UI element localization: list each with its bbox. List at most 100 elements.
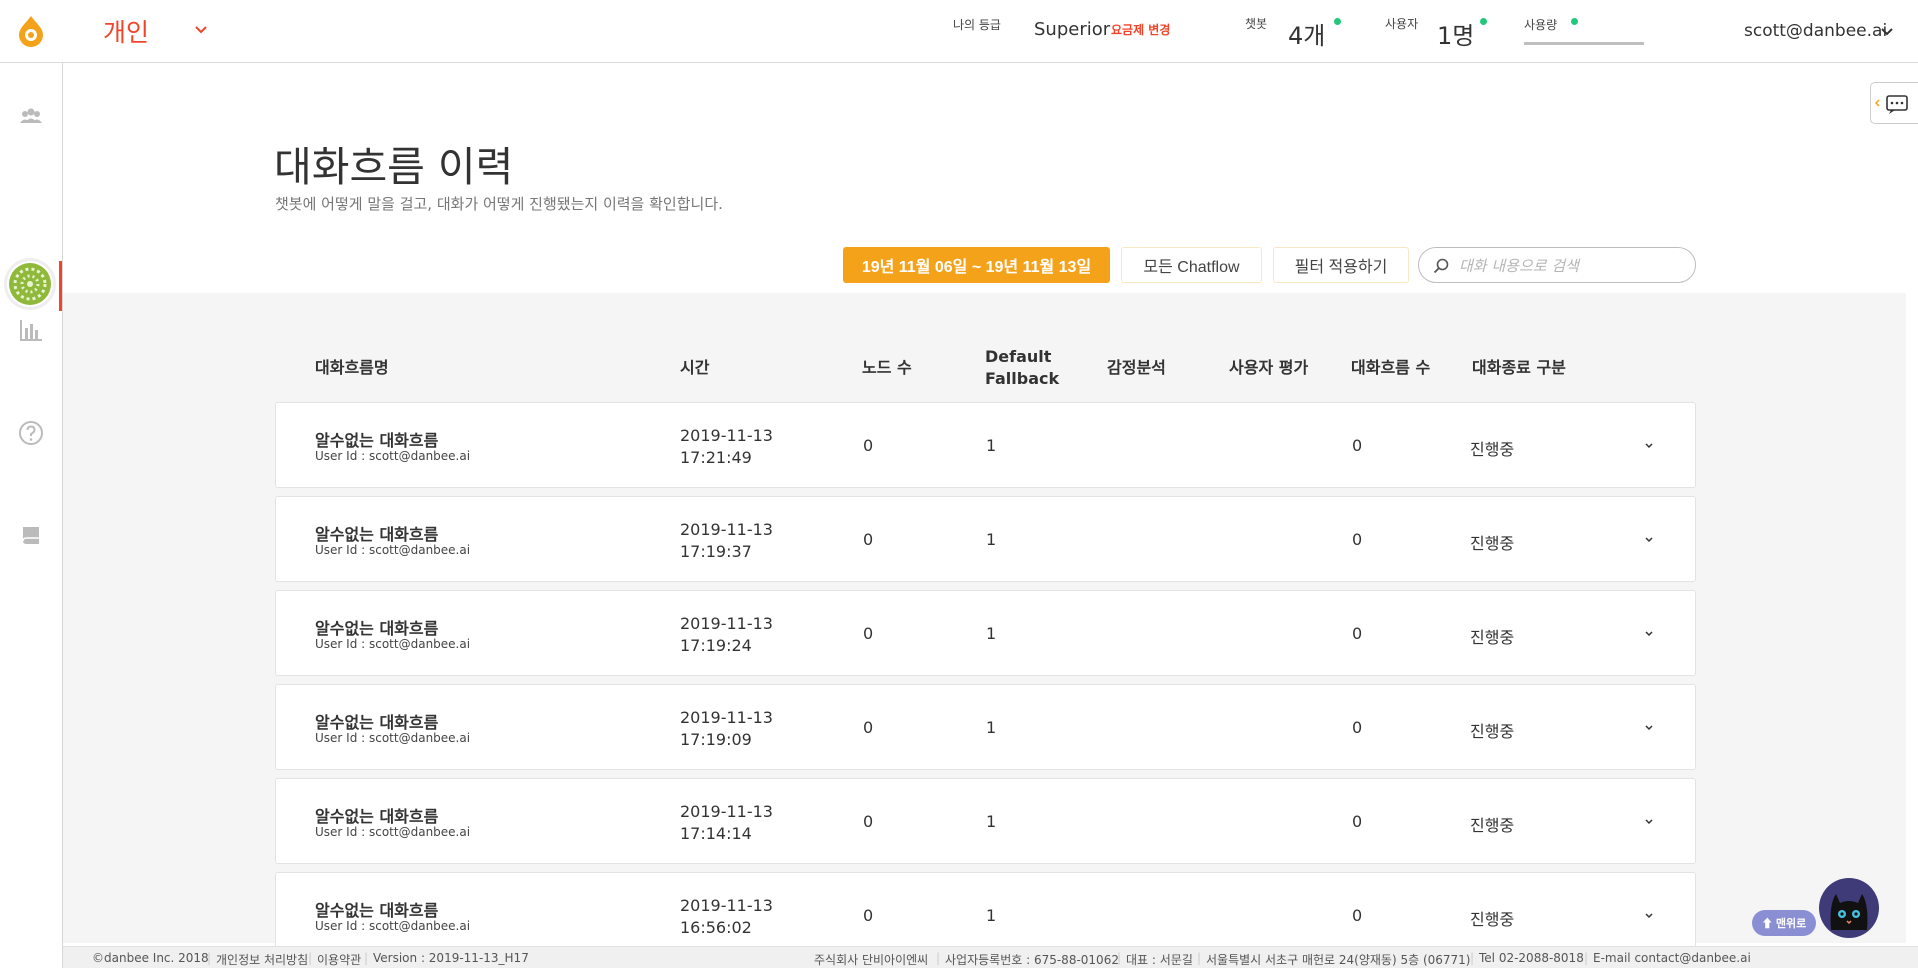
chatflow-filter-button[interactable]: 모든 Chatflow xyxy=(1121,247,1262,283)
top-header: 개인 나의 등급 Superior 요금제 변경 챗봇 4개 사용자 1명 사용… xyxy=(0,0,1918,63)
col-header-fallback-line2: Fallback xyxy=(985,369,1060,388)
chatbot-launcher[interactable] xyxy=(1819,878,1879,938)
table-row[interactable]: 알수없는 대화흐름 User Id : scott@danbee.ai 2019… xyxy=(275,402,1696,488)
footer-divider: | xyxy=(308,951,313,965)
col-header-flows: 대화흐름 수 xyxy=(1351,358,1431,377)
logo-icon[interactable] xyxy=(16,14,46,48)
footer-terms-link[interactable]: 이용약관 xyxy=(317,951,361,968)
flow-count: 0 xyxy=(1352,530,1363,549)
footer-divider: | xyxy=(364,951,369,965)
chevron-down-icon[interactable] xyxy=(1643,910,1655,922)
chatbot-avatar[interactable] xyxy=(7,261,53,307)
main-content: 대화흐름 이력 챗봇에 어떻게 말을 걸고, 대화가 어떻게 진행됐는지 이력을… xyxy=(63,63,1906,958)
node-count: 0 xyxy=(863,718,874,737)
chart-icon[interactable] xyxy=(17,316,45,344)
footer-biz-no: 사업자등록번호 : 675-88-01062 xyxy=(945,953,1119,967)
fallback-count: 1 xyxy=(986,436,997,455)
chatbot-status-dot xyxy=(1334,18,1341,25)
flow-count: 0 xyxy=(1352,906,1363,925)
table-row[interactable]: 알수없는 대화흐름 User Id : scott@danbee.ai 2019… xyxy=(275,496,1696,582)
footer-divider: | xyxy=(1470,951,1475,965)
footer-copyright: ©danbee Inc. 2018 xyxy=(92,951,209,965)
chat-icon xyxy=(1874,95,1908,114)
footer-divider: | xyxy=(1584,951,1589,965)
page-header: 대화흐름 이력 챗봇에 어떻게 말을 걸고, 대화가 어떻게 진행됐는지 이력을… xyxy=(63,63,1906,293)
grade-value: Superior xyxy=(1034,19,1111,40)
usage-bar xyxy=(1524,42,1644,45)
search-box[interactable] xyxy=(1418,247,1696,283)
workspace-name[interactable]: 개인 xyxy=(103,13,149,49)
timestamp: 2019-11-13 17:19:37 xyxy=(680,519,773,563)
users-icon[interactable] xyxy=(17,103,45,131)
flow-name: 알수없는 대화흐름 xyxy=(315,901,439,920)
footer-version: Version : 2019-11-13_H17 xyxy=(373,951,529,965)
help-icon[interactable] xyxy=(17,419,45,447)
book-icon[interactable] xyxy=(17,522,45,550)
left-sidebar xyxy=(0,63,63,968)
timestamp-time: 17:19:24 xyxy=(680,636,752,655)
footer-privacy-link[interactable]: 개인정보 처리방침 xyxy=(216,951,308,968)
flow-name: 알수없는 대화흐름 xyxy=(315,431,439,450)
chatbot-count-label: 챗봇 xyxy=(1245,17,1268,31)
col-header-time: 시간 xyxy=(680,358,710,377)
flow-count: 0 xyxy=(1352,624,1363,643)
chevron-down-icon[interactable] xyxy=(1643,628,1655,640)
chevron-down-icon[interactable] xyxy=(1643,816,1655,828)
footer-divider: | xyxy=(1197,951,1202,965)
timestamp: 2019-11-13 17:14:14 xyxy=(680,801,773,845)
user-id: User Id : scott@danbee.ai xyxy=(315,919,471,933)
col-header-sentiment: 감정분석 xyxy=(1107,358,1166,377)
user-id: User Id : scott@danbee.ai xyxy=(315,543,471,557)
chevron-down-icon[interactable] xyxy=(1643,722,1655,734)
apply-filter-button[interactable]: 필터 적용하기 xyxy=(1273,247,1409,283)
fallback-count: 1 xyxy=(986,718,997,737)
chevron-down-icon[interactable] xyxy=(1880,25,1894,39)
flow-name: 알수없는 대화흐름 xyxy=(315,525,439,544)
col-header-fallback: Default Fallback xyxy=(985,346,1059,390)
footer-divider: | xyxy=(1117,951,1122,965)
date-range-button[interactable]: 19년 11월 06일 ~ 19년 11월 13일 xyxy=(843,247,1110,283)
timestamp-date: 2019-11-13 xyxy=(680,708,773,727)
chevron-down-icon[interactable] xyxy=(1643,440,1655,452)
fallback-count: 1 xyxy=(986,624,997,643)
footer-ceo: 대표 : 서문길 xyxy=(1126,953,1193,967)
footer: ©danbee Inc. 2018 | 개인정보 처리방침 | 이용약관 | V… xyxy=(63,946,1918,968)
end-status: 진행중 xyxy=(1470,534,1515,553)
footer-email[interactable]: E-mail contact@danbee.ai xyxy=(1593,951,1751,965)
end-status: 진행중 xyxy=(1470,816,1515,835)
search-input[interactable] xyxy=(1459,255,1679,277)
search-icon xyxy=(1433,258,1449,274)
node-count: 0 xyxy=(863,812,874,831)
col-header-fallback-line1: Default xyxy=(985,347,1052,366)
timestamp: 2019-11-13 17:19:24 xyxy=(680,613,773,657)
chevron-down-icon[interactable] xyxy=(1643,534,1655,546)
footer-divider: | xyxy=(936,951,941,965)
chat-panel-toggle[interactable] xyxy=(1870,82,1918,124)
node-count: 0 xyxy=(863,624,874,643)
user-menu[interactable]: scott@danbee.ai xyxy=(1744,21,1887,41)
table-row[interactable]: 알수없는 대화흐름 User Id : scott@danbee.ai 2019… xyxy=(275,590,1696,676)
flow-name: 알수없는 대화흐름 xyxy=(315,713,439,732)
timestamp-time: 17:21:49 xyxy=(680,448,752,467)
footer-company: 주식회사 단비아이엔씨 xyxy=(814,953,929,967)
col-header-rating: 사용자 평가 xyxy=(1229,358,1309,377)
user-id: User Id : scott@danbee.ai xyxy=(315,825,471,839)
flow-name: 알수없는 대화흐름 xyxy=(315,807,439,826)
timestamp: 2019-11-13 17:19:09 xyxy=(680,707,773,751)
table-row[interactable]: 알수없는 대화흐름 User Id : scott@danbee.ai 2019… xyxy=(275,778,1696,864)
sidebar-active-indicator xyxy=(59,261,62,311)
footer-divider: | xyxy=(207,951,212,965)
chevron-down-icon[interactable] xyxy=(193,22,209,38)
footer-tel: Tel 02-2088-8018 xyxy=(1479,951,1584,965)
history-list: 대화흐름명 시간 노드 수 Default Fallback 감정분석 사용자 … xyxy=(63,293,1906,958)
bot-pattern-icon xyxy=(9,263,51,305)
scroll-top-button[interactable]: ⬆ 맨위로 xyxy=(1752,910,1816,936)
timestamp: 2019-11-13 16:56:02 xyxy=(680,895,773,939)
flow-count: 0 xyxy=(1352,718,1363,737)
timestamp-time: 17:14:14 xyxy=(680,824,752,843)
plan-change-link[interactable]: 요금제 변경 xyxy=(1111,21,1170,38)
end-status: 진행중 xyxy=(1470,628,1515,647)
timestamp-time: 17:19:09 xyxy=(680,730,752,749)
table-row[interactable]: 알수없는 대화흐름 User Id : scott@danbee.ai 2019… xyxy=(275,684,1696,770)
fallback-count: 1 xyxy=(986,812,997,831)
